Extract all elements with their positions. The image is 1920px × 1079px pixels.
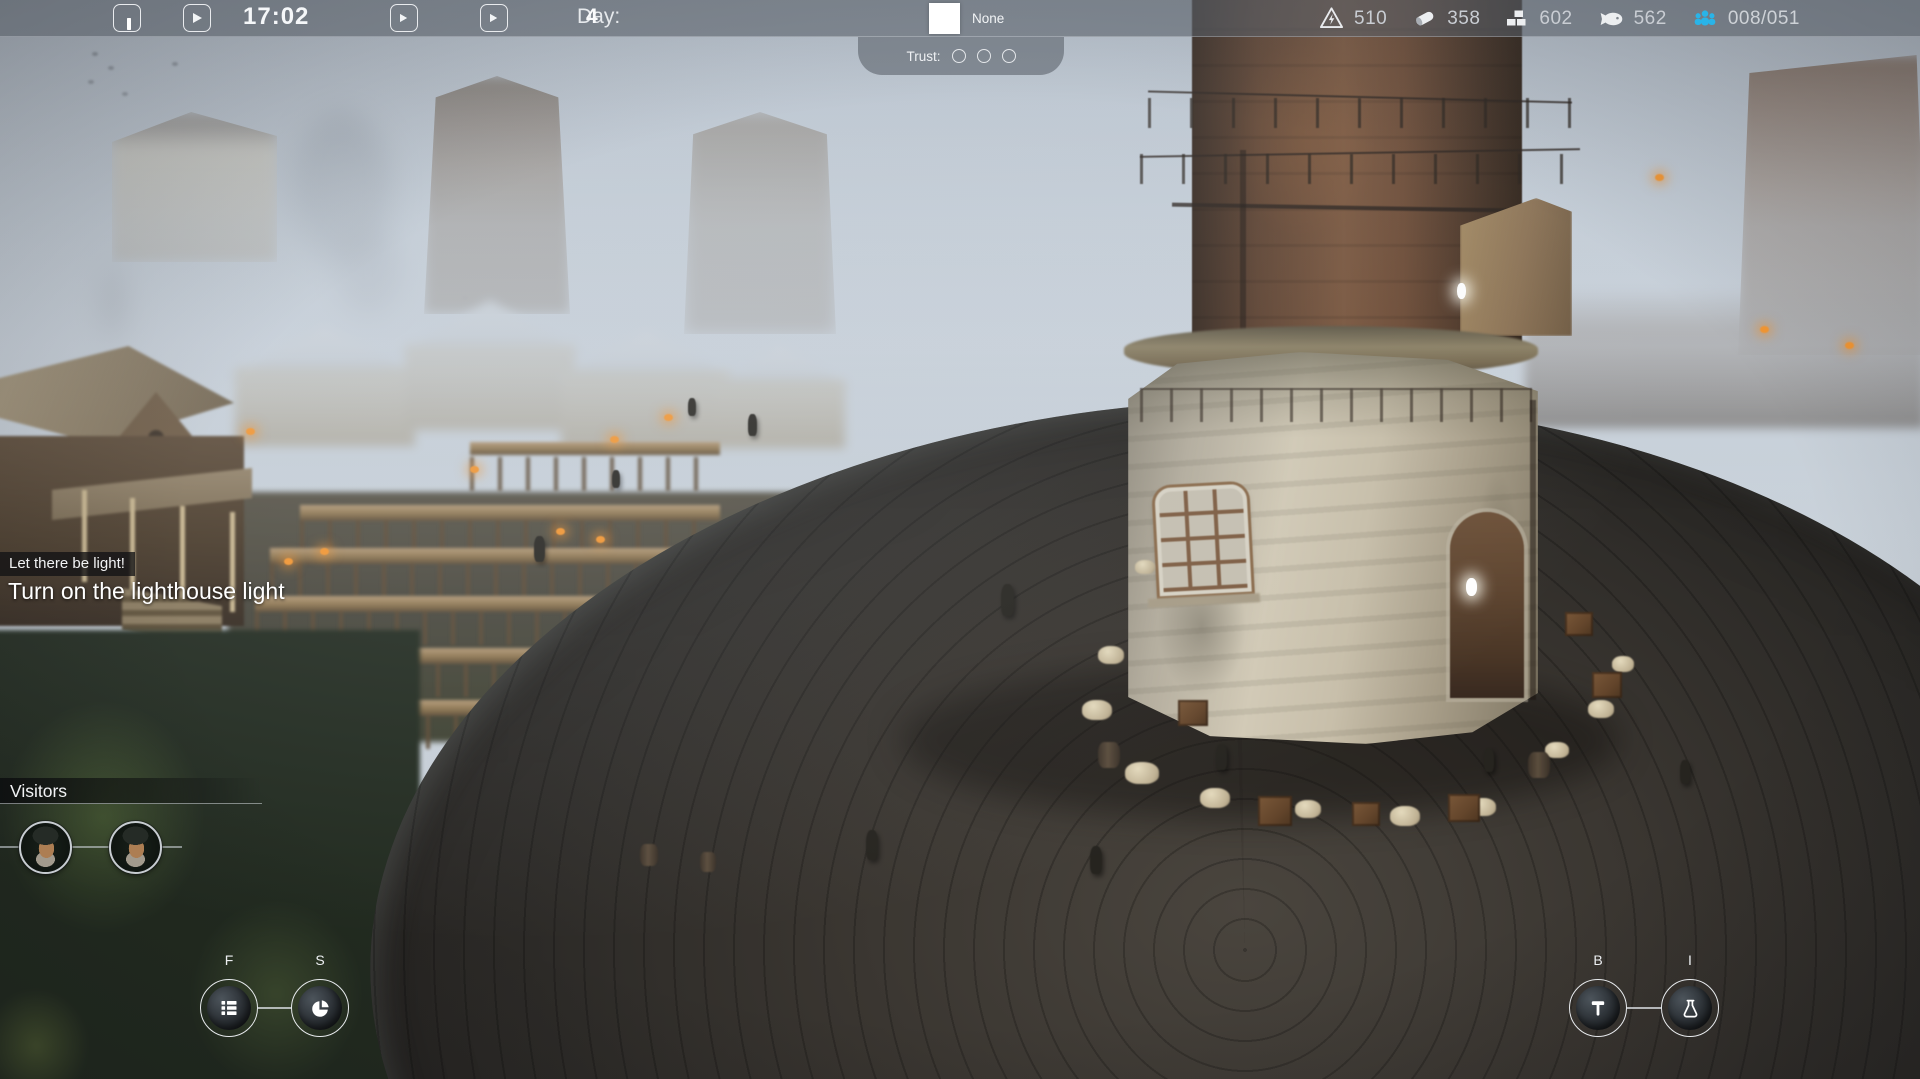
quest-tracker[interactable]: Let there be light! Turn on the lighthou… — [0, 552, 420, 605]
button-core — [1576, 986, 1620, 1030]
scrap-metal-count: 510 — [1354, 8, 1387, 30]
bricks-icon — [1504, 6, 1530, 32]
fastest-forward-icon — [490, 14, 497, 22]
population-icon — [1691, 5, 1719, 33]
pause-button[interactable] — [113, 4, 141, 32]
trust-label: Trust: — [906, 49, 940, 64]
trust-slot — [1002, 49, 1016, 63]
quest-objective: Turn on the lighthouse light — [0, 578, 420, 605]
visitor-portrait[interactable] — [109, 821, 162, 874]
resource-wood: 358 — [1411, 5, 1480, 32]
button-core — [207, 986, 251, 1030]
game-clock: 17:02 — [243, 3, 309, 31]
hud: 17:02 Day:4 None 510 — [0, 0, 1920, 1079]
visitors-header: Visitors — [0, 778, 262, 804]
scrap-metal-icon — [1318, 5, 1345, 32]
pie-chart-icon — [310, 998, 331, 1019]
build-hammer-icon — [1588, 998, 1608, 1018]
bricks-count: 602 — [1539, 8, 1572, 30]
wood-count: 358 — [1447, 8, 1480, 30]
fastest-forward-button[interactable] — [480, 4, 508, 32]
quest-title: Let there be light! — [0, 552, 135, 576]
top-bar: 17:02 Day:4 None 510 — [0, 0, 1920, 37]
day-value: 4 — [586, 5, 598, 29]
build-menu-button[interactable] — [1569, 979, 1627, 1037]
resource-scrap-metal: 510 — [1318, 5, 1387, 32]
fast-forward-icon — [400, 14, 407, 22]
play-icon — [193, 13, 202, 23]
resource-population: 008/051 — [1691, 5, 1800, 33]
resource-bricks: 602 — [1504, 6, 1572, 32]
visitors-title: Visitors — [10, 781, 67, 802]
research-flask-icon — [1680, 998, 1701, 1019]
hotkey-connector — [1627, 1007, 1661, 1009]
fast-forward-button[interactable] — [390, 4, 418, 32]
resource-fish: 562 — [1597, 5, 1667, 33]
game-screen: 17:02 Day:4 None 510 — [0, 0, 1920, 1079]
selected-tool-label: None — [972, 0, 1004, 37]
stats-menu-button[interactable] — [291, 979, 349, 1037]
trust-slot — [952, 49, 966, 63]
button-core — [298, 986, 342, 1030]
food-menu-button[interactable] — [200, 979, 258, 1037]
hotkey-label-s: S — [291, 952, 349, 968]
hotkey-connector — [258, 1007, 291, 1009]
button-core — [1668, 986, 1712, 1030]
hotkey-label-b: B — [1569, 952, 1627, 968]
fish-icon — [1597, 5, 1625, 33]
resource-bar: 510 358 — [1318, 0, 1800, 37]
population-count: 008/051 — [1728, 8, 1800, 30]
hotkey-label-i: I — [1661, 952, 1719, 968]
list-menu-icon — [219, 998, 239, 1018]
selected-tool-swatch[interactable] — [929, 3, 960, 34]
trust-slot — [977, 49, 991, 63]
day-label: Day: — [577, 5, 620, 29]
trust-panel: Trust: — [858, 37, 1064, 75]
research-menu-button[interactable] — [1661, 979, 1719, 1037]
hotkey-label-f: F — [200, 952, 258, 968]
visitor-portrait[interactable] — [19, 821, 72, 874]
play-button[interactable] — [183, 4, 211, 32]
fish-count: 562 — [1634, 8, 1667, 30]
wood-log-icon — [1411, 5, 1438, 32]
